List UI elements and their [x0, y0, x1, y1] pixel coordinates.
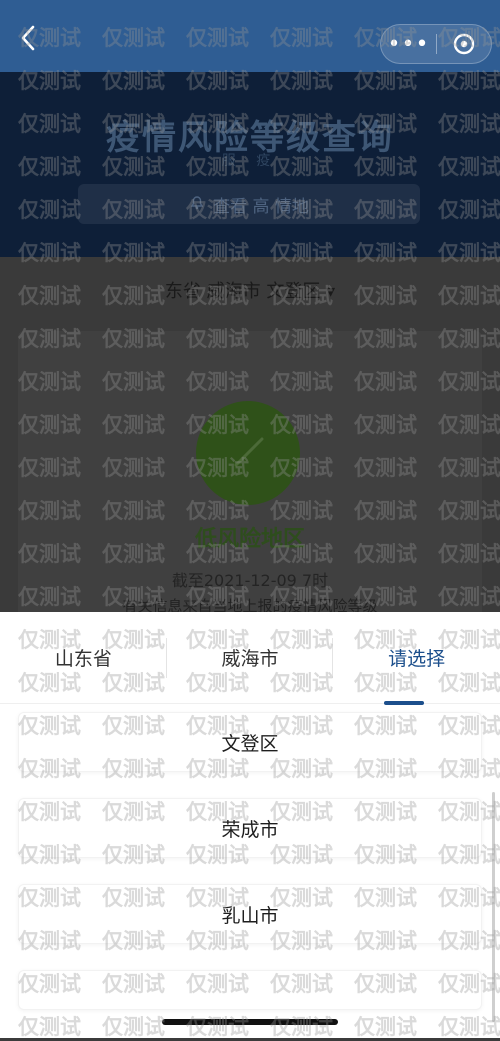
scrollbar[interactable] [492, 792, 495, 1022]
region-label: 东省 威海市 文登区 [164, 281, 321, 302]
mini-program-capsule: ••• [380, 24, 492, 64]
risk-date: 截至2021-12-09 7时 [171, 571, 329, 590]
tip-banner[interactable]: 查看 高 情地 [78, 184, 420, 224]
risk-card: 低风险地区 截至2021-12-09 7时 有关信息来自当地上报的疫情风险等级 [18, 331, 482, 631]
option-item[interactable]: 乳山市 [18, 884, 482, 944]
region-picker-sheet: 山东省 威海市 请选择 文登区 荣成市 乳山市 [0, 612, 500, 1038]
close-button[interactable] [437, 32, 491, 56]
tab-district[interactable]: 请选择 [333, 612, 500, 703]
result-area: 东省 威海市 文登区 ▾ 低风险地区 截至2021-12-09 7时 有关信息来… [0, 257, 500, 631]
hero-banner: 疫情风险等级查询 服 疫 查看 高 情地 [0, 72, 500, 257]
dropdown-arrow-icon: ▾ [326, 281, 336, 302]
more-button[interactable]: ••• [381, 32, 436, 57]
check-slash-icon [234, 437, 264, 467]
page-subtitle: 服 疫 [221, 153, 279, 169]
option-item[interactable]: 文登区 [18, 712, 482, 772]
option-item[interactable]: 荣成市 [18, 798, 482, 858]
target-close-icon [453, 33, 475, 55]
tip-text: 查看 高 情地 [213, 196, 309, 217]
back-button[interactable] [10, 20, 46, 56]
option-list: 文登区 荣成市 乳山市 [18, 712, 482, 1036]
option-item-partial[interactable] [18, 970, 482, 1010]
chevron-left-icon [21, 25, 35, 51]
region-selector[interactable]: 东省 威海市 文登区 ▾ [0, 277, 500, 303]
risk-level: 低风险地区 [194, 527, 305, 552]
top-nav-bar: ••• [0, 0, 500, 72]
picker-tabs: 山东省 威海市 请选择 [0, 612, 500, 704]
tab-province[interactable]: 山东省 [0, 612, 167, 703]
home-indicator [162, 1019, 338, 1025]
active-tab-indicator [384, 701, 424, 705]
tab-city[interactable]: 威海市 [167, 612, 334, 703]
risk-badge [196, 401, 300, 505]
bell-icon [189, 194, 205, 214]
